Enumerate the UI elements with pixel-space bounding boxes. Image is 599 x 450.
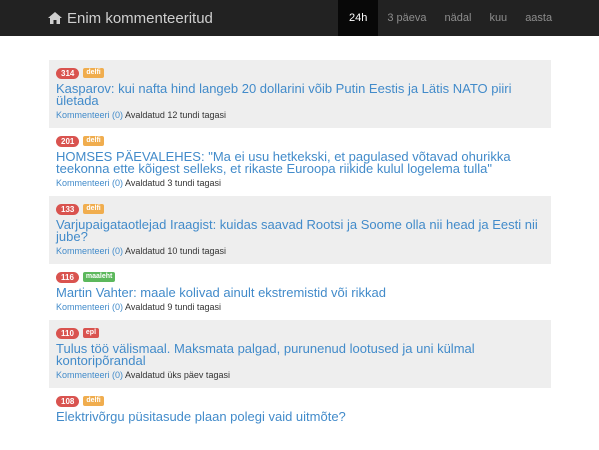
published-time: Avaldatud 3 tundi tagasi — [125, 178, 221, 188]
period-tabs: 24h 3 päeva nädal kuu aasta — [338, 0, 561, 36]
tab-4[interactable]: aasta — [516, 0, 561, 36]
article-item: 108 delfi Elektrivõrgu püsitasude plaan po… — [49, 388, 551, 430]
source-badge: epl — [82, 328, 100, 338]
source-badge: delfi — [83, 136, 104, 146]
comment-link[interactable]: Kommenteeri (0) — [56, 370, 123, 380]
article-badges: 116 maaleht — [56, 271, 544, 283]
published-time: Avaldatud 12 tundi tagasi — [125, 110, 226, 120]
published-time: Avaldatud üks päev tagasi — [125, 370, 230, 380]
comment-count-badge: 116 — [56, 271, 79, 283]
article-item: 314 delfi Kasparov: kui nafta hind langeb … — [49, 60, 551, 128]
navbar: Enim kommenteeritud 24h 3 päeva nädal kuu aa… — [0, 0, 599, 36]
article-meta: Kommenteeri (0) Avaldatud üks päev tagas… — [56, 370, 544, 381]
comment-count-badge: 133 — [56, 203, 80, 215]
article-meta: Kommenteeri (0) Avaldatud 10 tundi tagas… — [56, 246, 544, 257]
comment-link[interactable]: Kommenteeri (0) — [56, 246, 123, 256]
source-badge: delfi — [83, 68, 104, 78]
article-badges: 108 delfi — [56, 395, 544, 407]
home-icon — [48, 12, 62, 24]
brand-link[interactable]: Enim kommenteeritud — [48, 0, 213, 36]
tab-3[interactable]: kuu — [480, 0, 516, 36]
tab-2[interactable]: nädal — [436, 0, 481, 36]
article-list: 314 delfi Kasparov: kui nafta hind langeb … — [49, 60, 551, 430]
comment-link[interactable]: Kommenteeri (0) — [56, 110, 123, 120]
comment-count-badge: 201 — [56, 135, 80, 147]
comment-count-badge: 110 — [56, 327, 79, 339]
comment-count-badge: 108 — [56, 395, 80, 407]
tab-0[interactable]: 24h — [338, 0, 379, 36]
article-title-link[interactable]: HOMSES PÄEVALEHES: "Ma ei usu hetkekski,… — [56, 150, 544, 175]
article-title-link[interactable]: Varjupaigataotlejad Iraagist: kuidas saa… — [56, 218, 544, 243]
published-time: Avaldatud 10 tundi tagasi — [125, 246, 226, 256]
brand-title: Enim kommenteeritud — [67, 9, 213, 27]
article-title-link[interactable]: Tulus töö välismaal. Maksmata palgad, pu… — [56, 342, 544, 367]
tab-1[interactable]: 3 päeva — [378, 0, 435, 36]
article-badges: 314 delfi — [56, 67, 544, 79]
article-title-link[interactable]: Elektrivõrgu püsitasude plaan polegi vai… — [56, 410, 544, 423]
source-badge: delfi — [83, 204, 104, 214]
article-item: 133 delfi Varjupaigataotlejad Iraagist: ku… — [49, 196, 551, 264]
article-meta: Kommenteeri (0) Avaldatud 12 tundi tagas… — [56, 110, 544, 121]
comment-count-badge: 314 — [56, 67, 80, 79]
article-title-link[interactable]: Kasparov: kui nafta hind langeb 20 dolla… — [56, 82, 544, 107]
article-badges: 110 epl — [56, 327, 544, 339]
published-time: Avaldatud 9 tundi tagasi — [125, 302, 221, 312]
comment-link[interactable]: Kommenteeri (0) — [56, 178, 123, 188]
source-badge: delfi — [83, 396, 104, 406]
comment-link[interactable]: Kommenteeri (0) — [56, 302, 123, 312]
article-meta: Kommenteeri (0) Avaldatud 3 tundi tagasi — [56, 178, 544, 189]
source-badge: maaleht — [82, 272, 116, 282]
article-badges: 133 delfi — [56, 203, 544, 215]
article-item: 201 delfi HOMSES PÄEVALEHES: "Ma ei usu he… — [49, 128, 551, 196]
article-meta: Kommenteeri (0) Avaldatud 9 tundi tagasi — [56, 302, 544, 313]
article-item: 110 epl Tulus töö välismaal. Maksmata palg… — [49, 320, 551, 388]
article-item: 116 maaleht Martin Vahter: maale kolivad a… — [49, 264, 551, 320]
article-title-link[interactable]: Martin Vahter: maale kolivad ainult ekst… — [56, 286, 544, 299]
article-badges: 201 delfi — [56, 135, 544, 147]
